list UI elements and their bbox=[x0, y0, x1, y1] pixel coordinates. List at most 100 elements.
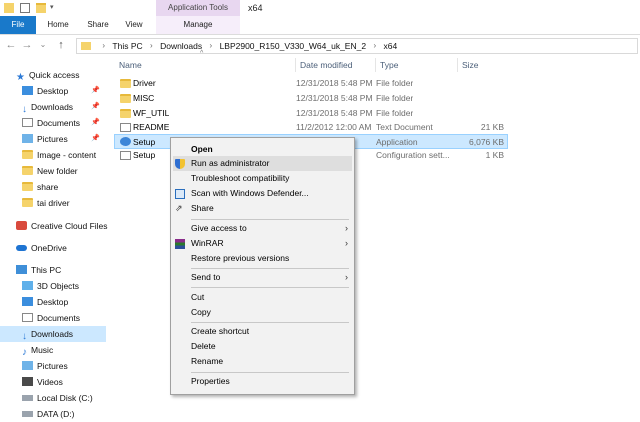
sidebar-item-onedrive[interactable]: OneDrive bbox=[0, 240, 104, 256]
qat-dropdown-icon[interactable]: ▾ bbox=[50, 3, 54, 11]
sidebar-item-videos[interactable]: Videos bbox=[0, 374, 104, 390]
address-bar[interactable]: › This PC › Downloads › LBP2900_R150_V33… bbox=[76, 38, 638, 54]
application-icon bbox=[120, 137, 131, 146]
shield-icon bbox=[175, 159, 185, 169]
chevron-right-icon[interactable]: › bbox=[150, 39, 153, 53]
pin-icon[interactable]: 📌 bbox=[91, 99, 100, 115]
column-header-type[interactable]: Type bbox=[376, 58, 458, 72]
menu-item-properties[interactable]: Properties bbox=[173, 374, 352, 389]
sidebar-item-pictures[interactable]: Pictures 📌 bbox=[0, 131, 104, 147]
sidebar-item-quick-access[interactable]: ★ Quick access bbox=[0, 67, 104, 83]
tab-home[interactable]: Home bbox=[40, 16, 76, 34]
pictures-icon bbox=[22, 134, 33, 144]
winrar-icon bbox=[175, 239, 185, 249]
sidebar-item-documents[interactable]: Documents 📌 bbox=[0, 115, 104, 131]
folder-icon bbox=[120, 79, 131, 88]
file-row-wf-util[interactable]: WF_UTIL 12/31/2018 5:48 PM File folder bbox=[114, 106, 508, 121]
menu-item-troubleshoot-compatibility[interactable]: Troubleshoot compatibility bbox=[173, 171, 352, 186]
sidebar-item-this-pc[interactable]: This PC bbox=[0, 262, 104, 278]
menu-separator bbox=[191, 372, 349, 373]
file-row-readme[interactable]: README 11/2/2012 12:00 AM Text Document … bbox=[114, 120, 508, 135]
menu-item-share[interactable]: ⇗ Share bbox=[173, 201, 352, 216]
window-title: x64 bbox=[248, 3, 263, 13]
sidebar-item-pc-pictures[interactable]: Pictures bbox=[0, 358, 104, 374]
pin-icon[interactable]: 📌 bbox=[91, 115, 100, 131]
location-folder-icon bbox=[81, 42, 91, 50]
breadcrumb-downloads[interactable]: Downloads bbox=[160, 39, 202, 53]
menu-separator bbox=[191, 287, 349, 288]
menu-item-run-as-administrator[interactable]: Run as administrator bbox=[173, 156, 352, 171]
menu-item-give-access-to[interactable]: Give access to › bbox=[173, 221, 352, 236]
sidebar-item-3d-objects[interactable]: 3D Objects bbox=[0, 278, 104, 294]
sidebar-item-share[interactable]: share bbox=[0, 179, 104, 195]
chevron-right-icon: › bbox=[345, 272, 348, 282]
sidebar-item-new-folder[interactable]: New folder bbox=[0, 163, 104, 179]
forward-arrow-icon[interactable]: → bbox=[20, 37, 34, 53]
documents-icon bbox=[22, 313, 33, 323]
download-icon: ↓ bbox=[22, 104, 27, 116]
tab-share[interactable]: Share bbox=[80, 16, 116, 34]
drive-icon bbox=[22, 410, 33, 417]
column-header-size[interactable]: Size bbox=[458, 58, 508, 72]
breadcrumb-this-pc[interactable]: This PC bbox=[112, 39, 142, 53]
file-row-driver[interactable]: Driver 12/31/2018 5:48 PM File folder bbox=[114, 76, 508, 91]
settings-file-icon bbox=[120, 151, 131, 160]
title-bar: ▾ Application Tools x64 bbox=[0, 0, 640, 16]
sidebar-item-pc-downloads[interactable]: ↓ Downloads bbox=[0, 326, 106, 342]
menu-item-open[interactable]: Open bbox=[173, 142, 352, 157]
desktop-icon bbox=[22, 86, 33, 96]
navigation-pane: ★ Quick access Desktop 📌 ↓ Downloads 📌 Docum… bbox=[0, 58, 108, 420]
breadcrumb-driver-folder[interactable]: LBP2900_R150_V330_W64_uk_EN_2 bbox=[220, 39, 367, 53]
sidebar-item-pc-desktop[interactable]: Desktop bbox=[0, 294, 104, 310]
sidebar-item-music[interactable]: ♪ Music bbox=[0, 342, 104, 358]
text-document-icon bbox=[120, 123, 131, 132]
chevron-right-icon[interactable]: › bbox=[210, 39, 213, 53]
sidebar-item-desktop[interactable]: Desktop 📌 bbox=[0, 83, 104, 99]
contextual-tab-group: Application Tools bbox=[156, 0, 240, 16]
pin-icon[interactable]: 📌 bbox=[91, 131, 100, 147]
menu-item-restore-previous-versions[interactable]: Restore previous versions bbox=[173, 251, 352, 266]
menu-item-create-shortcut[interactable]: Create shortcut bbox=[173, 324, 352, 339]
pin-icon[interactable]: 📌 bbox=[91, 83, 100, 99]
menu-item-copy[interactable]: Copy bbox=[173, 305, 352, 320]
menu-item-delete[interactable]: Delete bbox=[173, 339, 352, 354]
breadcrumb-x64[interactable]: x64 bbox=[384, 39, 398, 53]
chevron-right-icon[interactable]: › bbox=[102, 39, 105, 53]
cloud-icon bbox=[16, 244, 27, 251]
new-folder-icon[interactable] bbox=[36, 3, 46, 13]
chevron-right-icon[interactable]: › bbox=[373, 39, 376, 53]
tab-view[interactable]: View bbox=[116, 16, 152, 34]
download-icon: ↓ bbox=[22, 331, 27, 343]
column-headers: Name Date modified Type Size bbox=[107, 58, 640, 72]
folder-icon bbox=[22, 166, 33, 176]
menu-item-send-to[interactable]: Send to › bbox=[173, 270, 352, 285]
up-arrow-icon[interactable]: ↑ bbox=[54, 37, 68, 53]
folder-icon bbox=[120, 94, 131, 103]
pictures-icon bbox=[22, 361, 33, 371]
sidebar-item-pc-documents[interactable]: Documents bbox=[0, 310, 104, 326]
menu-item-winrar[interactable]: WinRAR › bbox=[173, 236, 352, 251]
sidebar-item-local-disk-c[interactable]: Local Disk (C:) bbox=[0, 390, 104, 406]
sidebar-item-tai-driver[interactable]: tai driver bbox=[0, 195, 104, 211]
recent-locations-icon[interactable]: ⌄ bbox=[36, 37, 50, 53]
menu-separator bbox=[191, 268, 349, 269]
drive-icon bbox=[22, 394, 33, 401]
column-header-name[interactable]: Name bbox=[115, 58, 296, 72]
folder-icon bbox=[120, 109, 131, 118]
back-arrow-icon[interactable]: ← bbox=[4, 37, 18, 53]
tab-file[interactable]: File bbox=[0, 16, 36, 34]
sidebar-item-image-content[interactable]: Image - content bbox=[0, 147, 104, 163]
menu-item-scan-with-defender[interactable]: Scan with Windows Defender... bbox=[173, 186, 352, 201]
folder-icon bbox=[22, 198, 33, 208]
desktop-icon bbox=[22, 297, 33, 307]
menu-separator bbox=[191, 219, 349, 220]
sidebar-item-downloads[interactable]: ↓ Downloads 📌 bbox=[0, 99, 104, 115]
context-menu: Open Run as administrator Troubleshoot c… bbox=[170, 137, 355, 395]
menu-item-rename[interactable]: Rename bbox=[173, 354, 352, 369]
tab-manage[interactable]: Manage bbox=[156, 16, 240, 34]
column-header-date[interactable]: Date modified bbox=[296, 58, 376, 72]
sidebar-item-creative-cloud[interactable]: Creative Cloud Files bbox=[0, 218, 108, 234]
properties-icon[interactable] bbox=[20, 3, 30, 13]
menu-item-cut[interactable]: Cut bbox=[173, 290, 352, 305]
file-row-misc[interactable]: MISC 12/31/2018 5:48 PM File folder bbox=[114, 91, 508, 106]
